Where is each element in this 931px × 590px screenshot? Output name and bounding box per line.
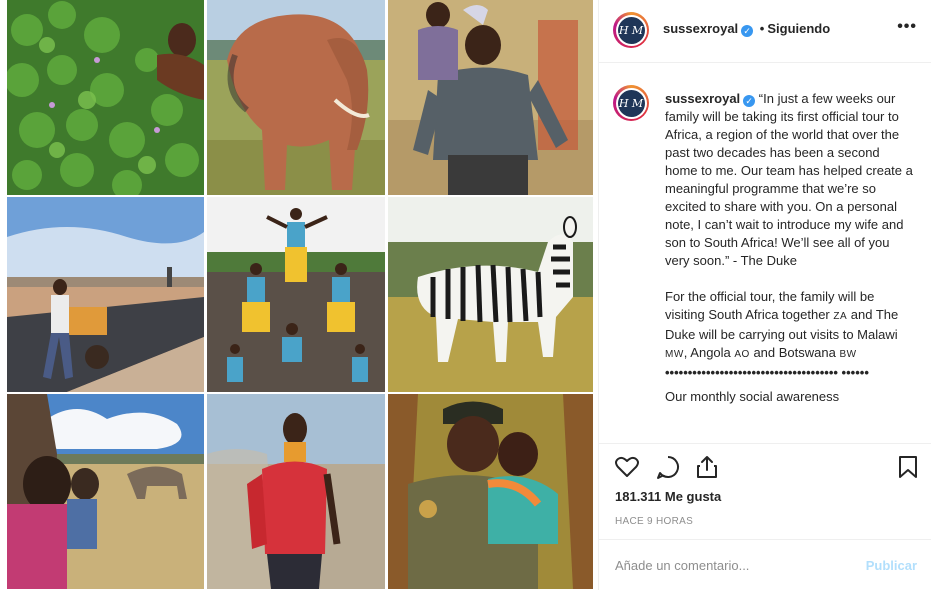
comment-input[interactable]: Añade un comentario... (615, 558, 749, 573)
caption-paragraph-3: Our monthly social awareness (665, 388, 915, 406)
like-count[interactable]: 181.311 Me gusta (615, 489, 721, 504)
caption-avatar[interactable]: H M (613, 85, 649, 121)
caption-paragraph-1: sussexroyal ✓ “In just a few weeks our fa… (665, 90, 915, 270)
publish-button[interactable]: Publicar (866, 558, 917, 573)
caption-scroll-area[interactable]: H M sussexroyal ✓ “In just a few weeks ou… (599, 63, 931, 442)
post-caption: sussexroyal ✓ “In just a few weeks our fa… (665, 90, 915, 424)
caption-text-2c: , Angola (683, 345, 735, 360)
flag-bw: BW (839, 349, 857, 360)
caption-username[interactable]: sussexroyal (665, 91, 740, 106)
photo-zebra (388, 197, 593, 392)
caption-dots: •••••••••••••••••••••••••••••••••••••• •… (665, 365, 869, 380)
instagram-post-view: H M sussexroyal ✓ • Siguiendo ••• H M suss… (0, 0, 931, 590)
post-header: H M sussexroyal ✓ • Siguiendo ••• (599, 0, 931, 63)
avatar[interactable]: H M (613, 12, 649, 48)
following-button[interactable]: Siguiendo (767, 21, 830, 36)
post-timestamp[interactable]: HACE 9 HORAS (615, 516, 693, 527)
photo-smiling-boy (388, 0, 593, 195)
caption-text-3: Our monthly social awareness (665, 389, 840, 404)
flag-za: ZA (833, 311, 848, 322)
comment-divider (599, 539, 931, 540)
photo-elephant-savanna (7, 394, 204, 589)
photo-woman-beaded-necklace (207, 394, 385, 589)
comment-icon[interactable] (654, 453, 682, 481)
photo-man-in-water-hyacinth (7, 0, 204, 195)
post-image-collage[interactable] (7, 0, 593, 590)
heart-icon[interactable] (613, 453, 641, 481)
post-side-panel: H M sussexroyal ✓ • Siguiendo ••• H M suss… (599, 0, 931, 590)
photo-man-pushing-cart (7, 197, 204, 392)
separator-dot: • (759, 21, 765, 36)
caption-text-2d: and Botswana (749, 345, 840, 360)
avatar-monogram: H M (617, 16, 645, 44)
photo-ranger-holding-child (388, 394, 593, 589)
bookmark-icon[interactable] (894, 453, 922, 481)
more-options-icon[interactable]: ••• (897, 18, 917, 36)
avatar-monogram: H M (617, 89, 645, 117)
photo-elephant (207, 0, 385, 195)
share-icon[interactable] (693, 453, 721, 481)
flag-ao: AO (734, 349, 750, 360)
caption-text-1: “In just a few weeks our family will be … (665, 91, 913, 268)
verified-badge-icon: ✓ (741, 25, 754, 37)
header-username[interactable]: sussexroyal (663, 21, 738, 36)
verified-badge-icon: ✓ (743, 95, 756, 107)
caption-paragraph-2: For the official tour, the family will b… (665, 288, 915, 382)
actions-divider (599, 443, 931, 444)
photo-acrobats-pyramid (207, 197, 385, 392)
header-user-line: sussexroyal ✓ • Siguiendo (663, 21, 830, 37)
flag-mw: MW (665, 349, 684, 360)
